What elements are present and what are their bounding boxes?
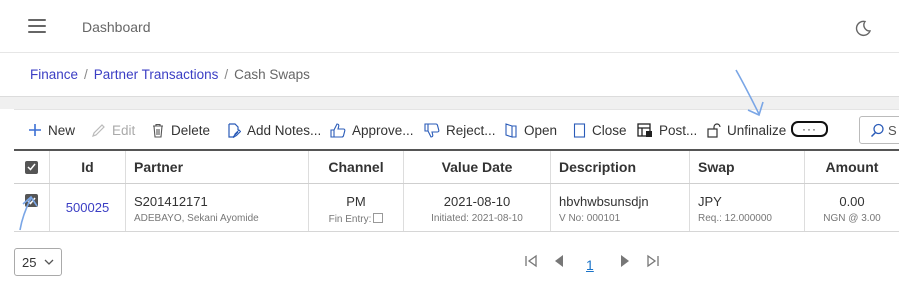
check-icon	[27, 197, 36, 205]
column-header-id[interactable]: Id	[50, 151, 126, 183]
approve-label: Approve...	[352, 122, 414, 138]
previous-page-icon[interactable]	[553, 254, 565, 268]
hamburger-menu-icon[interactable]	[28, 19, 46, 35]
amount-value: 0.00	[839, 194, 865, 209]
plus-icon	[29, 124, 41, 136]
amount-rate: NGN @ 3.00	[823, 213, 881, 224]
next-page-icon[interactable]	[619, 254, 631, 268]
fin-entry-label: Fin Entry:	[328, 214, 372, 225]
column-header-channel[interactable]: Channel	[309, 151, 404, 183]
row-id-link[interactable]: 500025	[66, 200, 109, 215]
page-number-current[interactable]: 1	[586, 257, 594, 273]
close-label: Close	[592, 122, 627, 138]
breadcrumb-separator: /	[84, 67, 88, 82]
page-title: Dashboard	[82, 19, 151, 35]
partner-name: ADEBAYO, Sekani Ayomide	[134, 213, 259, 224]
thumbs-up-icon	[330, 122, 346, 138]
select-all-cell	[14, 151, 50, 183]
row-select-cell	[14, 184, 50, 231]
closed-book-icon	[573, 122, 586, 138]
trash-icon	[153, 123, 163, 138]
post-label: Post...	[659, 122, 698, 138]
delete-label: Delete	[171, 122, 211, 138]
swap-requested: Req.: 12.000000	[698, 213, 772, 224]
page-size-select[interactable]: 25	[14, 248, 62, 276]
select-all-checkbox[interactable]	[25, 160, 38, 174]
first-page-icon[interactable]	[524, 254, 538, 268]
breadcrumb-finance[interactable]: Finance	[30, 67, 78, 82]
unfinalize-button[interactable]: Unfinalize	[706, 120, 786, 140]
note-edit-icon	[228, 122, 241, 138]
description-text: hbvhwbsunsdjn	[559, 194, 649, 209]
pencil-icon	[92, 123, 105, 137]
toolbar: New Edit Delete Add Notes... Approve... …	[14, 109, 899, 149]
reject-label: Reject...	[446, 122, 496, 138]
unlock-icon	[707, 122, 721, 138]
initiated-date: Initiated: 2021-08-10	[431, 213, 523, 224]
delete-button[interactable]: Delete	[151, 120, 210, 140]
column-header-swap[interactable]: Swap	[690, 151, 805, 183]
column-header-description[interactable]: Description	[551, 151, 690, 183]
swap-currency: JPY	[698, 194, 722, 209]
breadcrumb-separator: /	[224, 67, 229, 82]
new-button[interactable]: New	[28, 120, 75, 140]
breadcrumb-bar: Finance / Partner Transactions / Cash Swaps	[0, 53, 899, 97]
value-date-cell: 2021-08-10 Initiated: 2021-08-10	[404, 184, 551, 231]
check-icon	[27, 163, 36, 171]
more-options-button[interactable]: ···	[791, 121, 828, 137]
column-header-partner[interactable]: Partner	[126, 151, 309, 183]
breadcrumb-cash-swaps: Cash Swaps	[234, 67, 310, 82]
description-cell: hbvhwbsunsdjn V No: 000101	[551, 184, 690, 231]
breadcrumb-partner-transactions[interactable]: Partner Transactions	[94, 67, 219, 82]
add-notes-button[interactable]: Add Notes...	[226, 120, 321, 140]
partner-cell: S201412171 ADEBAYO, Sekani Ayomide	[126, 184, 309, 231]
page-size-value: 25	[22, 254, 37, 270]
top-bar: Dashboard	[0, 0, 899, 53]
fin-entry: Fin Entry:	[309, 213, 403, 225]
section-gap	[0, 97, 899, 109]
breadcrumb: Finance / Partner Transactions / Cash Swaps	[30, 67, 310, 82]
search-text: S	[888, 122, 897, 138]
channel-cell: PM Fin Entry:	[309, 184, 404, 231]
voucher-number: V No: 000101	[559, 213, 621, 224]
id-cell: 500025	[50, 184, 126, 231]
row-checkbox[interactable]	[25, 194, 38, 207]
amount-cell: 0.00 NGN @ 3.00	[805, 184, 899, 231]
swap-cell: JPY Req.: 12.000000	[690, 184, 805, 231]
close-button[interactable]: Close	[573, 120, 627, 140]
thumbs-down-icon	[424, 122, 440, 138]
open-label: Open	[524, 122, 558, 138]
edit-button[interactable]: Edit	[91, 120, 135, 140]
last-page-icon[interactable]	[646, 254, 660, 268]
search-input[interactable]: S	[859, 116, 899, 144]
moon-icon[interactable]	[854, 19, 872, 37]
partner-code: S201412171	[134, 194, 208, 209]
approve-button[interactable]: Approve...	[330, 120, 414, 140]
open-book-icon	[505, 122, 517, 138]
ledger-post-icon	[637, 122, 652, 137]
fin-entry-checkbox	[373, 213, 384, 223]
post-button[interactable]: Post...	[637, 120, 697, 140]
open-button[interactable]: Open	[504, 120, 557, 140]
table-header: Id Partner Channel Value Date Descriptio…	[14, 149, 899, 184]
chevron-down-icon	[44, 259, 54, 265]
column-header-value-date[interactable]: Value Date	[404, 151, 551, 183]
add-notes-label: Add Notes...	[247, 122, 322, 138]
channel-value: PM	[346, 194, 366, 209]
value-date: 2021-08-10	[443, 194, 511, 209]
table-row[interactable]: 500025 S201412171 ADEBAYO, Sekani Ayomid…	[14, 184, 899, 232]
reject-button[interactable]: Reject...	[424, 120, 496, 140]
new-label: New	[48, 122, 76, 138]
unfinalize-label: Unfinalize	[727, 122, 787, 138]
search-icon	[870, 123, 884, 137]
column-header-amount[interactable]: Amount	[805, 151, 899, 183]
edit-label: Edit	[112, 122, 136, 138]
